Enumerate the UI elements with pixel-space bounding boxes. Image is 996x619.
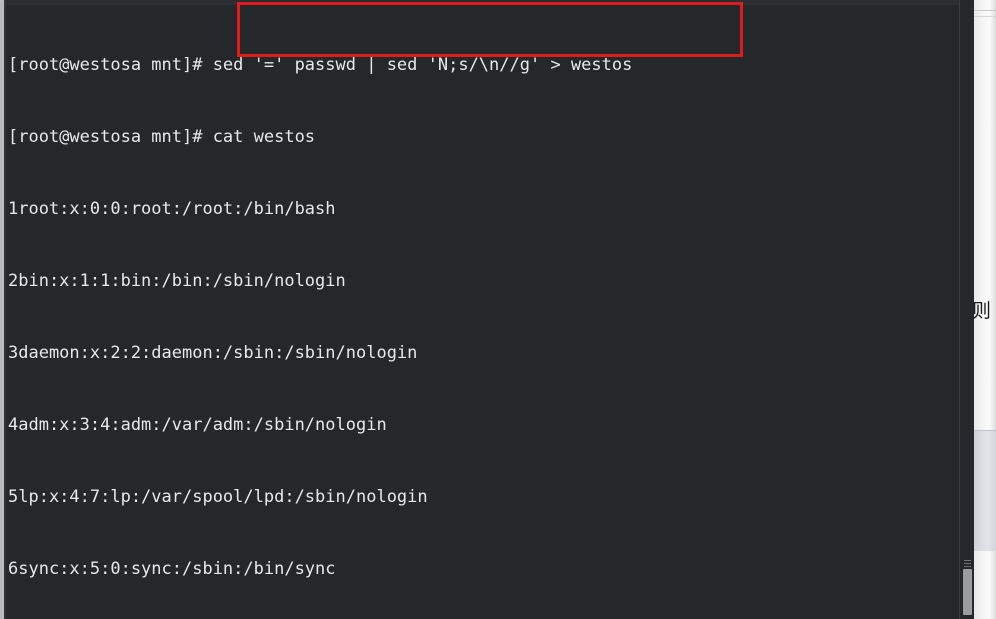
terminal-line: 1root:x:0:0:root:/root:/bin/bash <box>8 199 336 219</box>
terminal-line: [root@westosa mnt]# sed '=' passwd | sed… <box>8 55 633 75</box>
terminal-line: 5lp:x:4:7:lp:/var/spool/lpd:/sbin/nologi… <box>8 487 428 507</box>
terminal-line: 3daemon:x:2:2:daemon:/sbin:/sbin/nologin <box>8 343 418 363</box>
background-window-divider-top <box>974 10 996 11</box>
terminal-line: 4adm:x:3:4:adm:/var/adm:/sbin/nologin <box>8 415 387 435</box>
scrollbar-thumb[interactable] <box>963 569 972 615</box>
background-window-panel <box>974 430 996 551</box>
screen: 则 [root@westosa mnt]# sed '=' passwd | s… <box>0 0 996 619</box>
background-window-text: 则 <box>974 300 992 322</box>
scrollbar-grip-icon <box>964 560 971 567</box>
terminal-line: 2bin:x:1:1:bin:/bin:/sbin/nologin <box>8 271 346 291</box>
terminal-line: 6sync:x:5:0:sync:/sbin:/bin/sync <box>8 559 336 579</box>
terminal-left-rail-inner <box>4 0 6 619</box>
background-window[interactable]: 则 <box>974 0 996 619</box>
terminal-window[interactable]: [root@westosa mnt]# sed '=' passwd | sed… <box>0 0 974 619</box>
terminal-scrollbar[interactable] <box>959 0 974 619</box>
background-window-divider-top-2 <box>974 16 996 17</box>
terminal-output[interactable]: [root@westosa mnt]# sed '=' passwd | sed… <box>8 5 960 615</box>
terminal-line: [root@westosa mnt]# cat westos <box>8 127 316 147</box>
